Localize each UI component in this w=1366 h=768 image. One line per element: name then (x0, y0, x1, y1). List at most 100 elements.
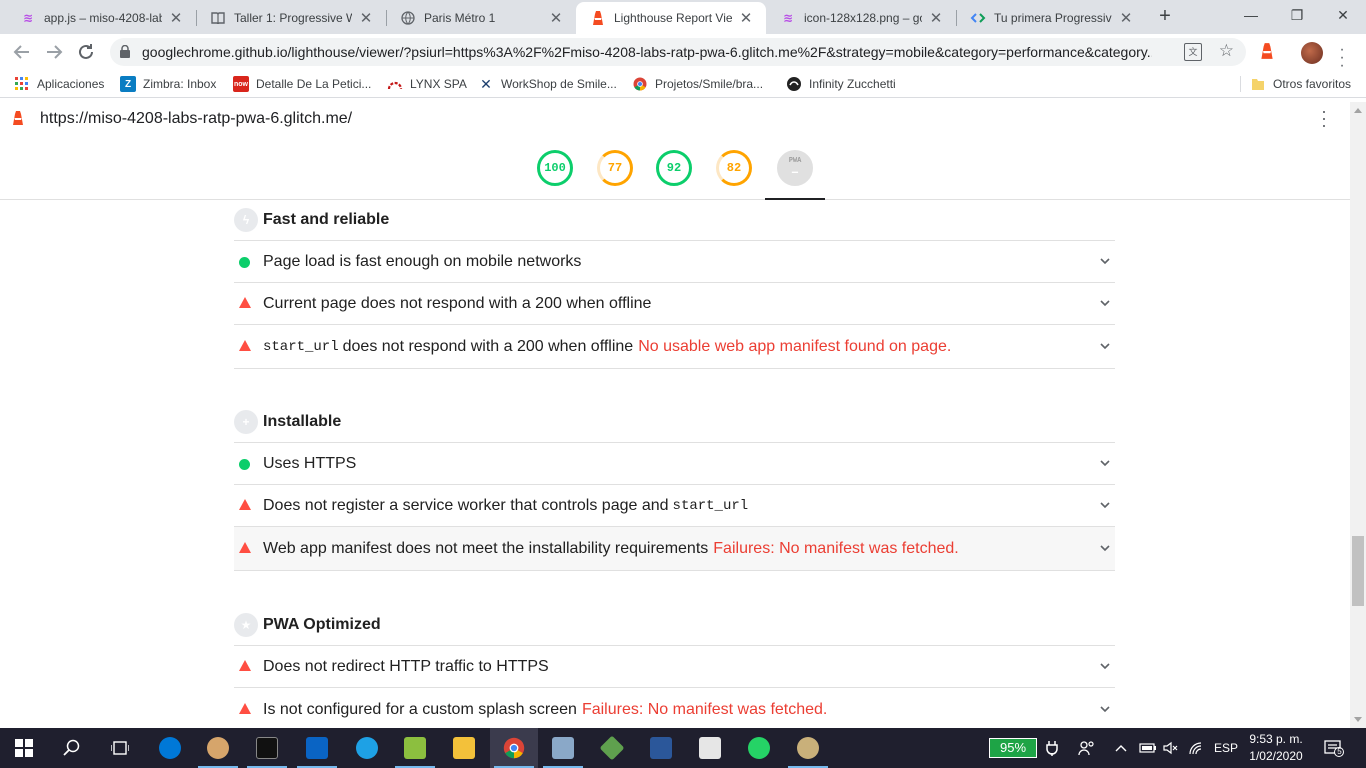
task-view-button[interactable] (96, 728, 144, 768)
tab-title: Taller 1: Progressive We (234, 11, 352, 25)
chevron-down-icon[interactable] (1098, 498, 1112, 512)
scroll-down-arrow-icon[interactable] (1354, 717, 1362, 722)
taskbar-node[interactable] (588, 728, 636, 768)
audit-row[interactable]: Page load is fast enough on mobile netwo… (234, 240, 1115, 282)
bookmark-projetos[interactable]: Projetos/Smile/bra... (632, 76, 763, 92)
reload-button[interactable] (74, 40, 98, 64)
chevron-down-icon[interactable] (1098, 456, 1112, 470)
gauge-accessibility[interactable]: 77 (597, 150, 633, 186)
chrome-menu-icon[interactable]: · · · (1336, 42, 1348, 74)
taskbar-edge[interactable] (146, 728, 194, 768)
close-icon[interactable]: ✕ (548, 9, 564, 27)
battery-tray-icon[interactable] (1139, 728, 1157, 768)
forward-button[interactable] (42, 40, 66, 64)
scroll-up-arrow-icon[interactable] (1354, 108, 1362, 113)
close-icon[interactable]: ✕ (1118, 9, 1134, 27)
battery-indicator[interactable]: 95% (989, 738, 1037, 758)
taskbar-paint-3d[interactable] (784, 728, 832, 768)
taskbar-chrome[interactable] (490, 728, 538, 768)
taskbar-word[interactable] (637, 728, 685, 768)
taskbar-calculator[interactable] (686, 728, 734, 768)
minimize-button[interactable]: — (1228, 0, 1274, 32)
gauge-performance[interactable]: 100 (537, 150, 573, 186)
notifications-button[interactable]: 5 (1324, 728, 1344, 768)
restore-button[interactable]: ❐ (1274, 0, 1320, 32)
glitch-icon: ≋ (22, 11, 34, 25)
taskbar-photos[interactable] (539, 728, 587, 768)
people-icon[interactable] (1078, 728, 1096, 768)
group-header: ★ PWA Optimized (234, 605, 1115, 645)
bookmark-label: LYNX SPA (410, 77, 467, 91)
chevron-down-icon[interactable] (1098, 254, 1112, 268)
chevron-down-icon[interactable] (1098, 296, 1112, 310)
taskbar-notepad-plus[interactable] (391, 728, 439, 768)
wifi-icon[interactable] (1188, 728, 1204, 768)
translate-icon[interactable]: 文 (1184, 43, 1202, 61)
language-indicator[interactable]: ESP (1214, 728, 1238, 768)
audit-row[interactable]: Uses HTTPS (234, 442, 1115, 484)
audit-row[interactable]: Current page does not respond with a 200… (234, 282, 1115, 324)
bookmark-label: WorkShop de Smile... (501, 77, 617, 91)
group-title: Installable (263, 413, 342, 430)
close-icon[interactable]: ✕ (168, 9, 184, 27)
window-close-button[interactable]: ✕ (1320, 0, 1366, 32)
volume-muted-icon[interactable] (1163, 728, 1179, 768)
bookmark-other-folder[interactable]: Otros favoritos (1250, 76, 1351, 92)
chevron-down-icon[interactable] (1098, 659, 1112, 673)
bookmark-apps[interactable]: Aplicaciones (14, 76, 104, 92)
audit-error: Failures: No manifest was fetched. (713, 539, 959, 557)
bookmark-workshop[interactable]: ✕ WorkShop de Smile... (478, 76, 617, 92)
report-menu-icon[interactable]: · · · (1318, 102, 1330, 134)
tab-lighthouse[interactable]: Lighthouse Report View ✕ (576, 2, 766, 34)
audit-row[interactable]: start_url does not respond with a 200 wh… (234, 324, 1115, 369)
tab-tu-primera[interactable]: Tu primera Progressive ✕ (956, 2, 1146, 34)
search-button[interactable] (48, 728, 96, 768)
scroll-thumb[interactable] (1352, 536, 1364, 606)
chevron-down-icon[interactable] (1098, 339, 1112, 353)
audit-row[interactable]: Is not configured for a custom splash sc… (234, 687, 1115, 728)
taskbar-ie[interactable] (343, 728, 391, 768)
bookmark-lynx[interactable]: LYNX SPA (387, 76, 467, 92)
show-hidden-icons-button[interactable] (1115, 728, 1127, 768)
taskbar-outlook[interactable] (293, 728, 341, 768)
group-header: + Installable (234, 402, 1115, 442)
page-scrollbar[interactable] (1350, 102, 1366, 728)
tab-icon-png[interactable]: ≋ icon-128x128.png – gom ✕ (766, 2, 956, 34)
bookmark-star-icon[interactable]: ☆ (1219, 41, 1234, 61)
audit-row[interactable]: Does not register a service worker that … (234, 484, 1115, 526)
close-icon[interactable]: ✕ (358, 9, 374, 27)
bookmark-label: Projetos/Smile/bra... (655, 77, 764, 91)
audit-row[interactable]: Does not redirect HTTP traffic to HTTPS (234, 645, 1115, 687)
file-explorer-icon (453, 737, 475, 759)
lighthouse-extension-icon[interactable] (1260, 42, 1274, 60)
audit-error: Failures: No manifest was fetched. (581, 701, 828, 718)
profile-avatar[interactable] (1301, 42, 1323, 64)
clock[interactable]: 9:53 p. m. 1/02/2020 (1246, 731, 1306, 765)
tab-taller[interactable]: Taller 1: Progressive We ✕ (196, 2, 386, 34)
close-icon[interactable]: ✕ (928, 9, 944, 27)
gauge-best-practices[interactable]: 92 (656, 150, 692, 186)
bookmark-infinity[interactable]: Infinity Zucchetti (786, 76, 896, 92)
photos-icon (552, 737, 574, 759)
address-bar[interactable]: googlechrome.github.io/lighthouse/viewer… (110, 38, 1246, 66)
bookmark-detalle[interactable]: now Detalle De La Petici... (233, 76, 371, 92)
taskbar-paint[interactable] (194, 728, 242, 768)
audit-title: Does not redirect HTTP traffic to HTTPS (263, 657, 549, 675)
gauge-seo[interactable]: 82 (716, 150, 752, 186)
lynx-icon (387, 76, 403, 92)
back-button[interactable] (10, 40, 34, 64)
audit-row[interactable]: Web app manifest does not meet the insta… (234, 526, 1115, 571)
taskbar-terminal[interactable] (243, 728, 291, 768)
bookmark-zimbra[interactable]: Z Zimbra: Inbox (120, 76, 216, 92)
chevron-down-icon[interactable] (1098, 541, 1112, 555)
gauge-pwa[interactable]: PWA – (777, 150, 813, 186)
new-tab-button[interactable]: + (1154, 6, 1176, 28)
chevron-down-icon[interactable] (1098, 702, 1112, 716)
start-button[interactable] (0, 728, 48, 768)
taskbar-file-explorer[interactable] (440, 728, 488, 768)
power-plug-icon[interactable] (1046, 728, 1058, 768)
close-icon[interactable]: ✕ (738, 9, 754, 27)
taskbar-whatsapp[interactable] (735, 728, 783, 768)
tab-paris-metro[interactable]: Paris Métro 1 ✕ (386, 2, 576, 34)
tab-app-js[interactable]: ≋ app.js – miso-4208-lab ✕ (6, 2, 196, 34)
